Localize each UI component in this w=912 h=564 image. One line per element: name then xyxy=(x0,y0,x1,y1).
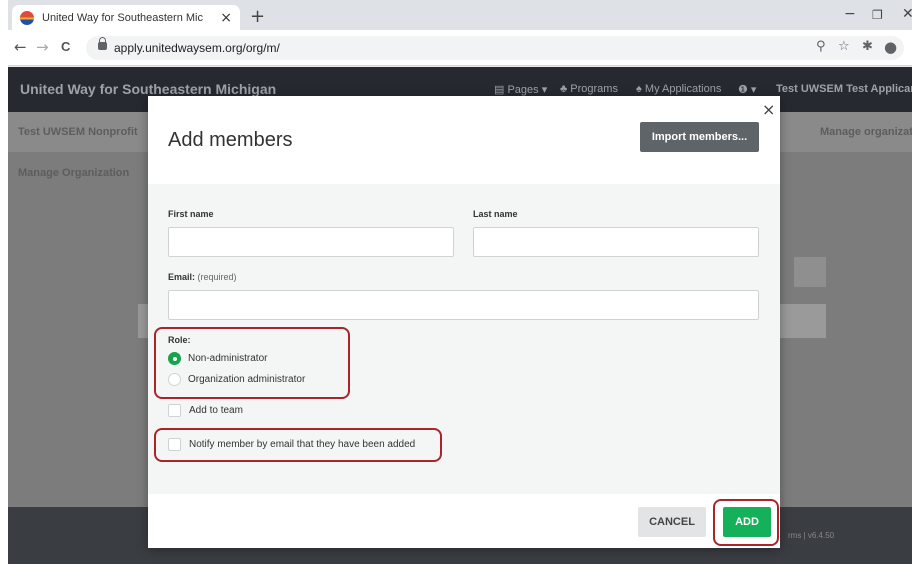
nav-my-applications[interactable]: ♠ My Applications xyxy=(636,83,721,95)
role-org-administrator-radio[interactable] xyxy=(168,373,181,386)
lock-icon xyxy=(98,37,107,50)
role-non-administrator-label: Non-administrator xyxy=(188,353,268,364)
add-members-dialog: Add members × Import members... First na… xyxy=(148,96,780,548)
breadcrumb: Manage Organization xyxy=(18,167,130,179)
dialog-header: Add members × Import members... xyxy=(148,96,780,184)
import-members-button[interactable]: Import members... xyxy=(640,122,759,152)
forward-icon[interactable]: → xyxy=(36,38,49,56)
last-name-input[interactable] xyxy=(473,227,759,257)
notify-member-label: Notify member by email that they have be… xyxy=(189,439,416,450)
role-non-administrator-radio[interactable] xyxy=(168,352,181,365)
dialog-close-icon[interactable]: × xyxy=(762,100,775,119)
url-bar[interactable]: apply.unitedwaysem.org/org/m/ ⚲ ☆ xyxy=(86,36,904,60)
extensions-icon[interactable]: ✱ xyxy=(862,39,873,54)
email-input[interactable] xyxy=(168,290,759,320)
url-text: apply.unitedwaysem.org/org/m/ xyxy=(114,41,280,55)
tab-close-icon[interactable]: × xyxy=(220,10,232,26)
nav-programs[interactable]: ♣ Programs xyxy=(560,83,618,95)
last-name-label: Last name xyxy=(473,209,518,219)
reload-icon[interactable]: C xyxy=(61,39,70,54)
user-menu[interactable]: Test UWSEM Test Applicant xyxy=(776,83,912,95)
nav-pages[interactable]: ▤ Pages ▾ xyxy=(494,83,547,96)
bookmark-star-icon[interactable]: ☆ xyxy=(838,39,850,54)
united-way-favicon-icon xyxy=(20,10,34,25)
help-menu[interactable]: ❶ ▾ xyxy=(738,83,756,96)
address-bar: ← → C apply.unitedwaysem.org/org/m/ ⚲ ☆ … xyxy=(8,30,912,66)
add-button[interactable]: ADD xyxy=(723,507,771,537)
browser-tab[interactable]: United Way for Southeastern Mic × xyxy=(12,5,240,30)
site-title: United Way for Southeastern Michigan xyxy=(20,81,277,97)
manage-organization-link[interactable]: Manage organizatio xyxy=(820,126,912,138)
view-toggle-backdrop xyxy=(794,257,826,287)
cancel-button[interactable]: CANCEL xyxy=(638,507,706,537)
role-org-administrator-label: Organization administrator xyxy=(188,374,306,385)
notify-member-checkbox[interactable] xyxy=(168,438,181,451)
email-label: Email: (required) xyxy=(168,272,237,282)
tab-title: United Way for Southeastern Mic xyxy=(42,11,203,24)
back-icon[interactable]: ← xyxy=(14,38,27,56)
browser-window: United Way for Southeastern Mic × + − ❐ … xyxy=(8,0,912,564)
email-required-hint: (required) xyxy=(197,272,237,282)
dialog-title: Add members xyxy=(168,129,293,151)
dialog-footer: CANCEL ADD xyxy=(148,494,780,548)
minimize-icon[interactable]: − xyxy=(844,6,856,22)
first-name-input[interactable] xyxy=(168,227,454,257)
org-name: Test UWSEM Nonprofit xyxy=(18,126,138,138)
new-tab-button[interactable]: + xyxy=(250,6,265,27)
email-label-text: Email: xyxy=(168,272,196,282)
role-label: Role: xyxy=(168,335,191,345)
footer-version: rms | v6.4.50 xyxy=(788,531,835,540)
dialog-body: First name Last name Email: (required) R… xyxy=(148,184,780,494)
add-to-team-label: Add to team xyxy=(189,405,243,416)
profile-icon[interactable]: ● xyxy=(884,38,897,56)
zoom-icon[interactable]: ⚲ xyxy=(816,39,826,54)
first-name-label: First name xyxy=(168,209,214,219)
restore-icon[interactable]: ❐ xyxy=(872,8,883,22)
tab-strip: United Way for Southeastern Mic × + − ❐ … xyxy=(8,0,912,30)
window-close-icon[interactable]: ✕ xyxy=(902,6,912,22)
add-to-team-checkbox[interactable] xyxy=(168,404,181,417)
